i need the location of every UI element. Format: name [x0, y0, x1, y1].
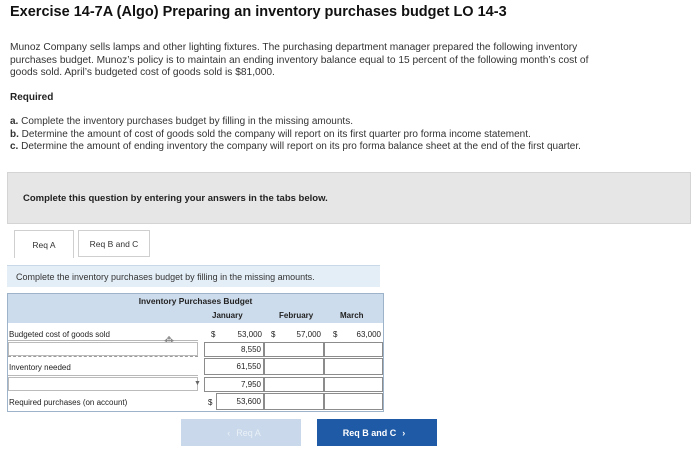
required-item-a: a. Complete the inventory purchases budg… — [10, 116, 353, 127]
instruction-banner: Complete this question by entering your … — [7, 172, 691, 224]
currency-symbol: $ — [211, 330, 216, 339]
input-ending-march[interactable] — [324, 342, 383, 357]
input-purchases-february[interactable] — [264, 393, 324, 410]
row-label-cogs: Budgeted cost of goods sold — [9, 330, 110, 339]
row-label-required-purchases: Required purchases (on account) — [9, 398, 128, 407]
label-dropdown-ending-inventory[interactable] — [8, 342, 198, 356]
cogs-march: 63,000 — [356, 330, 381, 339]
row-divider-dashed — [8, 356, 198, 357]
row-divider — [8, 375, 198, 376]
cogs-february: 57,000 — [296, 330, 321, 339]
chevron-left-icon: ‹ — [227, 427, 231, 438]
input-beginning-march[interactable] — [324, 377, 383, 392]
currency-symbol: $ — [333, 330, 338, 339]
input-beginning-february[interactable] — [264, 377, 324, 392]
required-item-b: b. Determine the amount of cost of goods… — [10, 128, 531, 140]
instruction-text: Complete this question by entering your … — [23, 193, 328, 204]
input-ending-february[interactable] — [264, 342, 324, 357]
dropdown-arrow-icon[interactable]: ▼ — [194, 380, 201, 387]
label-dropdown-beginning-inventory[interactable] — [8, 377, 198, 391]
row-label-inventory-needed: Inventory needed — [9, 363, 71, 372]
exercise-title: Exercise 14-7A (Algo) Preparing an inven… — [10, 4, 507, 20]
month-header-row: January February March — [8, 309, 383, 323]
tab-prompt: Complete the inventory purchases budget … — [7, 265, 380, 287]
month-header-january: January — [212, 311, 243, 320]
chevron-right-icon: › — [402, 427, 406, 438]
problem-description: Munoz Company sells lamps and other ligh… — [10, 42, 589, 78]
inventory-purchases-budget-table: Inventory Purchases Budget January Febru… — [7, 293, 384, 412]
input-needed-march[interactable] — [324, 358, 383, 375]
required-heading: Required — [10, 92, 54, 103]
month-header-march: March — [340, 311, 364, 320]
tab-req-b-and-c[interactable]: Req B and C — [78, 230, 150, 257]
currency-symbol: $ — [271, 330, 276, 339]
required-item-c: c. Determine the amount of ending invent… — [10, 141, 581, 152]
input-ending-january[interactable]: 8,550 — [204, 342, 264, 357]
input-purchases-january[interactable]: 53,600 — [216, 393, 264, 410]
input-needed-january[interactable]: 61,550 — [204, 358, 264, 375]
currency-symbol: $ — [208, 398, 213, 407]
cogs-january: 53,000 — [237, 330, 262, 339]
input-needed-february[interactable] — [264, 358, 324, 375]
tab-req-a[interactable]: Req A — [14, 230, 74, 258]
prev-req-a-button[interactable]: ‹ Req A — [181, 419, 301, 446]
budget-title: Inventory Purchases Budget — [8, 294, 383, 309]
input-purchases-march[interactable] — [324, 393, 383, 410]
next-req-b-and-c-button[interactable]: Req B and C › — [317, 419, 437, 446]
month-header-february: February — [279, 311, 314, 320]
required-list: a. Complete the inventory purchases budg… — [10, 116, 690, 154]
input-beginning-january[interactable]: 7,950 — [204, 377, 264, 392]
